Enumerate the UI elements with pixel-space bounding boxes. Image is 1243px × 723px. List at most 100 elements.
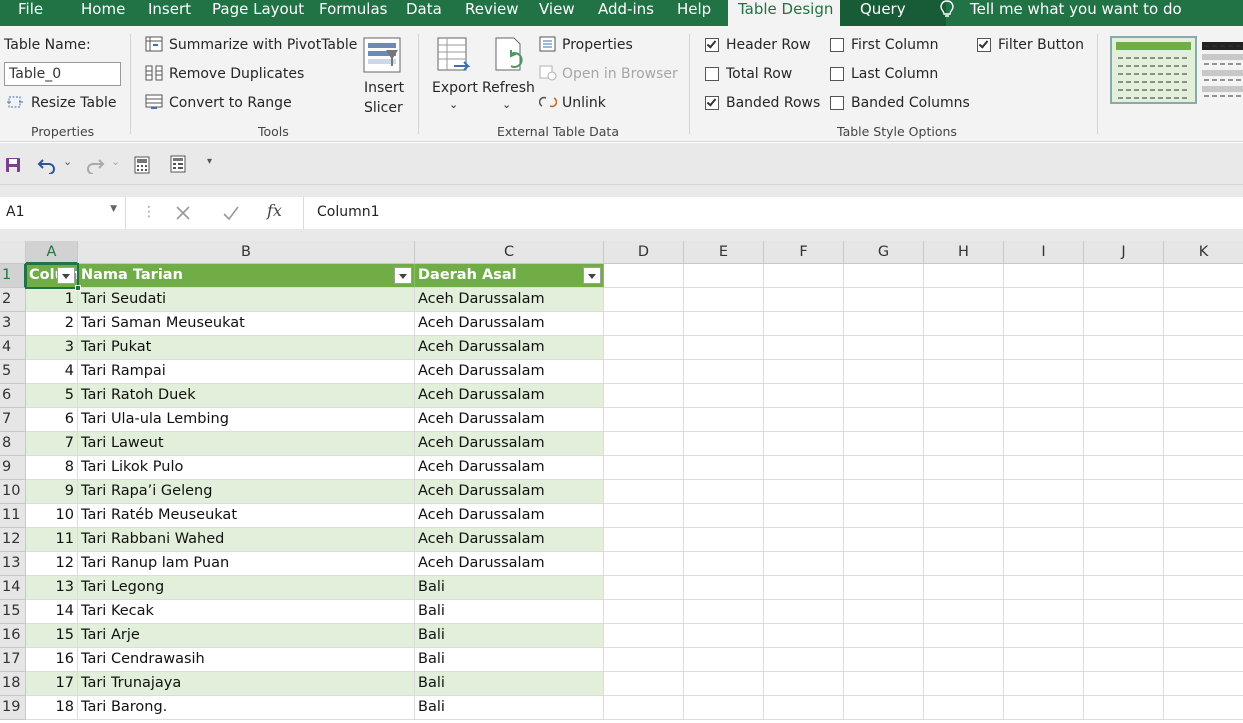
grid-cell[interactable]	[1084, 312, 1164, 336]
column-header-j[interactable]: J	[1084, 241, 1164, 264]
grid-cell[interactable]	[684, 264, 764, 288]
tab-help[interactable]: Help	[677, 0, 711, 26]
table-cell[interactable]: 13	[26, 576, 78, 600]
grid-cell[interactable]	[684, 360, 764, 384]
remove-duplicates-button[interactable]: Remove Duplicates	[169, 65, 304, 83]
grid-cell[interactable]	[1084, 456, 1164, 480]
row-header-15[interactable]: 15	[0, 600, 26, 624]
grid-cell[interactable]	[1004, 528, 1084, 552]
grid-cell[interactable]	[844, 624, 924, 648]
row-header-5[interactable]: 5	[0, 360, 26, 384]
refresh-dropdown-chevron-icon[interactable]: ⌄	[502, 96, 511, 114]
export-button[interactable]: Export	[432, 79, 478, 97]
grid-cell[interactable]	[1164, 624, 1243, 648]
filter-button-checkbox[interactable]	[977, 38, 991, 52]
grid-cell[interactable]	[604, 384, 684, 408]
grid-cell[interactable]	[604, 600, 684, 624]
grid-cell[interactable]	[1084, 264, 1164, 288]
grid-cell[interactable]	[684, 600, 764, 624]
table-cell[interactable]: Aceh Darussalam	[415, 360, 604, 384]
grid-cell[interactable]	[1084, 672, 1164, 696]
tab-add-ins[interactable]: Add-ins	[598, 0, 654, 26]
grid-cell[interactable]	[764, 504, 844, 528]
table-name-input[interactable]	[4, 62, 121, 86]
resize-table-button[interactable]: Resize Table	[31, 94, 117, 112]
table-cell[interactable]: 9	[26, 480, 78, 504]
grid-cell[interactable]	[1004, 408, 1084, 432]
table-cell[interactable]: Aceh Darussalam	[415, 528, 604, 552]
convert-to-range-button[interactable]: Convert to Range	[169, 94, 292, 112]
table-cell[interactable]: Tari Seudati	[78, 288, 415, 312]
table-cell[interactable]: Tari Barong.	[78, 696, 415, 720]
grid-cell[interactable]	[924, 432, 1004, 456]
header-row-checkbox[interactable]	[705, 38, 719, 52]
grid-cell[interactable]	[764, 432, 844, 456]
table-cell[interactable]: Tari Saman Meuseukat	[78, 312, 415, 336]
grid-cell[interactable]	[924, 672, 1004, 696]
grid-cell[interactable]	[604, 576, 684, 600]
grid-cell[interactable]	[844, 456, 924, 480]
table-cell[interactable]: Tari Ranup lam Puan	[78, 552, 415, 576]
grid-cell[interactable]	[604, 480, 684, 504]
grid-cell[interactable]	[1084, 384, 1164, 408]
grid-cell[interactable]	[924, 408, 1004, 432]
table-cell[interactable]: Tari Ratoh Duek	[78, 384, 415, 408]
tab-data[interactable]: Data	[406, 0, 442, 26]
grid-cell[interactable]	[1084, 552, 1164, 576]
grid-cell[interactable]	[844, 648, 924, 672]
grid-cell[interactable]	[1004, 576, 1084, 600]
grid-cell[interactable]	[764, 360, 844, 384]
grid-cell[interactable]	[924, 384, 1004, 408]
table-cell[interactable]: 6	[26, 408, 78, 432]
calculator-icon[interactable]	[134, 156, 150, 178]
grid-cell[interactable]	[764, 456, 844, 480]
row-header-17[interactable]: 17	[0, 648, 26, 672]
filter-dropdown-icon[interactable]	[394, 267, 412, 284]
grid-cell[interactable]	[604, 624, 684, 648]
row-header-14[interactable]: 14	[0, 576, 26, 600]
last-column-checkbox[interactable]	[830, 67, 844, 81]
table-cell[interactable]: Tari Trunajaya	[78, 672, 415, 696]
row-header-12[interactable]: 12	[0, 528, 26, 552]
row-header-6[interactable]: 6	[0, 384, 26, 408]
grid-cell[interactable]	[1084, 576, 1164, 600]
tab-home[interactable]: Home	[81, 0, 125, 26]
grid-cell[interactable]	[604, 456, 684, 480]
select-all-corner[interactable]	[0, 241, 26, 264]
table-cell[interactable]: 2	[26, 312, 78, 336]
table-cell[interactable]: 4	[26, 360, 78, 384]
row-header-8[interactable]: 8	[0, 432, 26, 456]
grid-cell[interactable]	[1004, 288, 1084, 312]
column-header-b[interactable]: B	[78, 241, 415, 264]
grid-cell[interactable]	[844, 600, 924, 624]
insert-function-icon[interactable]: fx	[267, 201, 282, 220]
grid-cell[interactable]	[1164, 360, 1243, 384]
table-cell[interactable]: Aceh Darussalam	[415, 456, 604, 480]
enter-icon[interactable]	[222, 205, 240, 225]
table-header-cell[interactable]: Column1	[26, 264, 78, 288]
grid-cell[interactable]	[764, 288, 844, 312]
grid-cell[interactable]	[1084, 360, 1164, 384]
table-cell[interactable]: Tari Pukat	[78, 336, 415, 360]
grid-cell[interactable]	[764, 552, 844, 576]
redo-dropdown-chevron-icon[interactable]: ⌄	[111, 155, 120, 168]
table-cell[interactable]: Bali	[415, 696, 604, 720]
table-cell[interactable]: Tari Arje	[78, 624, 415, 648]
grid-cell[interactable]	[604, 288, 684, 312]
table-style-gallery[interactable]	[1110, 36, 1243, 106]
grid-cell[interactable]	[1004, 672, 1084, 696]
row-header-7[interactable]: 7	[0, 408, 26, 432]
table-cell[interactable]: Aceh Darussalam	[415, 384, 604, 408]
table-cell[interactable]: Tari Rampai	[78, 360, 415, 384]
grid-cell[interactable]	[764, 672, 844, 696]
grid-cell[interactable]	[844, 504, 924, 528]
table-cell[interactable]: Tari Rabbani Wahed	[78, 528, 415, 552]
column-header-e[interactable]: E	[684, 241, 764, 264]
table-cell[interactable]: 14	[26, 600, 78, 624]
grid-cell[interactable]	[924, 576, 1004, 600]
row-header-9[interactable]: 9	[0, 456, 26, 480]
table-cell[interactable]: Bali	[415, 672, 604, 696]
grid-cell[interactable]	[1164, 264, 1243, 288]
tell-me-search[interactable]: Tell me what you want to do	[940, 0, 1182, 26]
table-cell[interactable]: 8	[26, 456, 78, 480]
